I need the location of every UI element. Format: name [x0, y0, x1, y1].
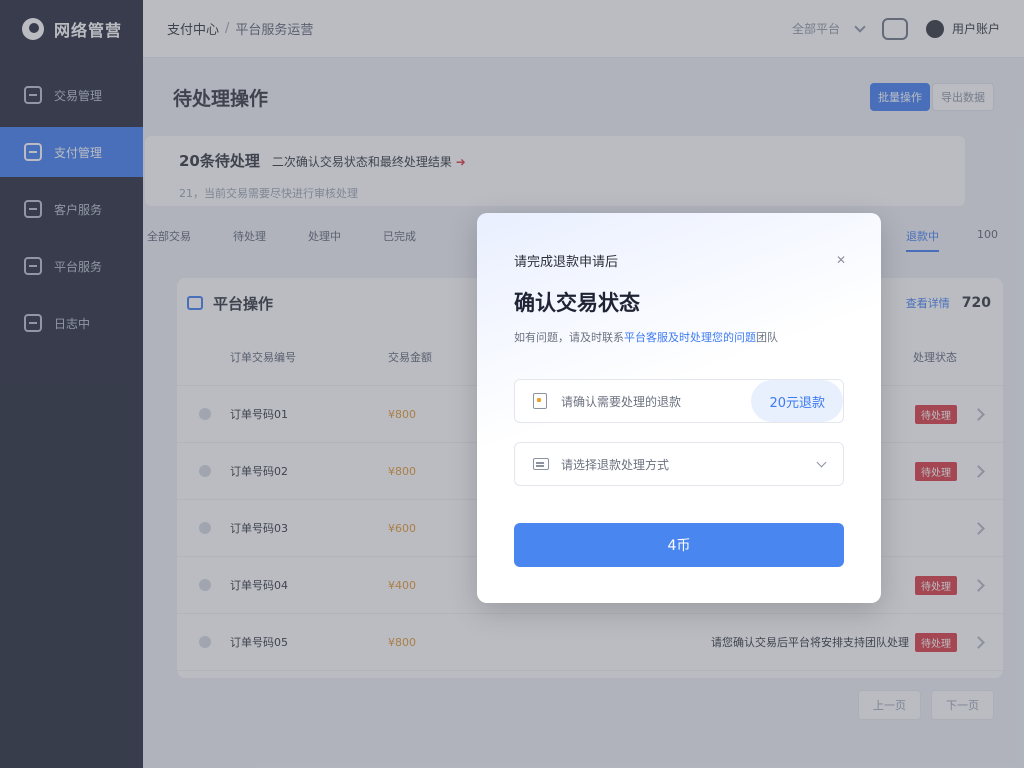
dialog-desc-suffix: 团队	[756, 331, 778, 344]
refund-amount-field[interactable]: 请确认需要处理的退款 20元退款	[514, 379, 844, 423]
confirm-dialog: 请完成退款申请后 ✕ 确认交易状态 如有问题，请及时联系平台客服及时处理您的问题…	[477, 213, 881, 603]
close-icon[interactable]: ✕	[836, 253, 846, 267]
refund-amount-button[interactable]: 20元退款	[751, 380, 843, 422]
refund-method-select[interactable]: 请选择退款处理方式	[514, 442, 844, 486]
chevron-down-icon	[816, 457, 827, 467]
dialog-desc-prefix: 如有问题，请及时联系	[514, 331, 624, 344]
dialog-desc-link[interactable]: 平台客服及时处理您的问题	[624, 331, 756, 344]
list-icon	[533, 458, 549, 470]
dialog-title: 确认交易状态	[514, 291, 640, 315]
refund-method-placeholder: 请选择退款处理方式	[561, 457, 670, 472]
refund-field-text: 请确认需要处理的退款	[561, 394, 682, 409]
dialog-header: 请完成退款申请后 ✕	[514, 247, 846, 273]
document-icon	[533, 393, 547, 409]
submit-button[interactable]: 4币	[514, 523, 844, 567]
dialog-kicker: 请完成退款申请后	[514, 254, 619, 270]
dialog-description: 如有问题，请及时联系平台客服及时处理您的问题团队	[514, 329, 844, 345]
